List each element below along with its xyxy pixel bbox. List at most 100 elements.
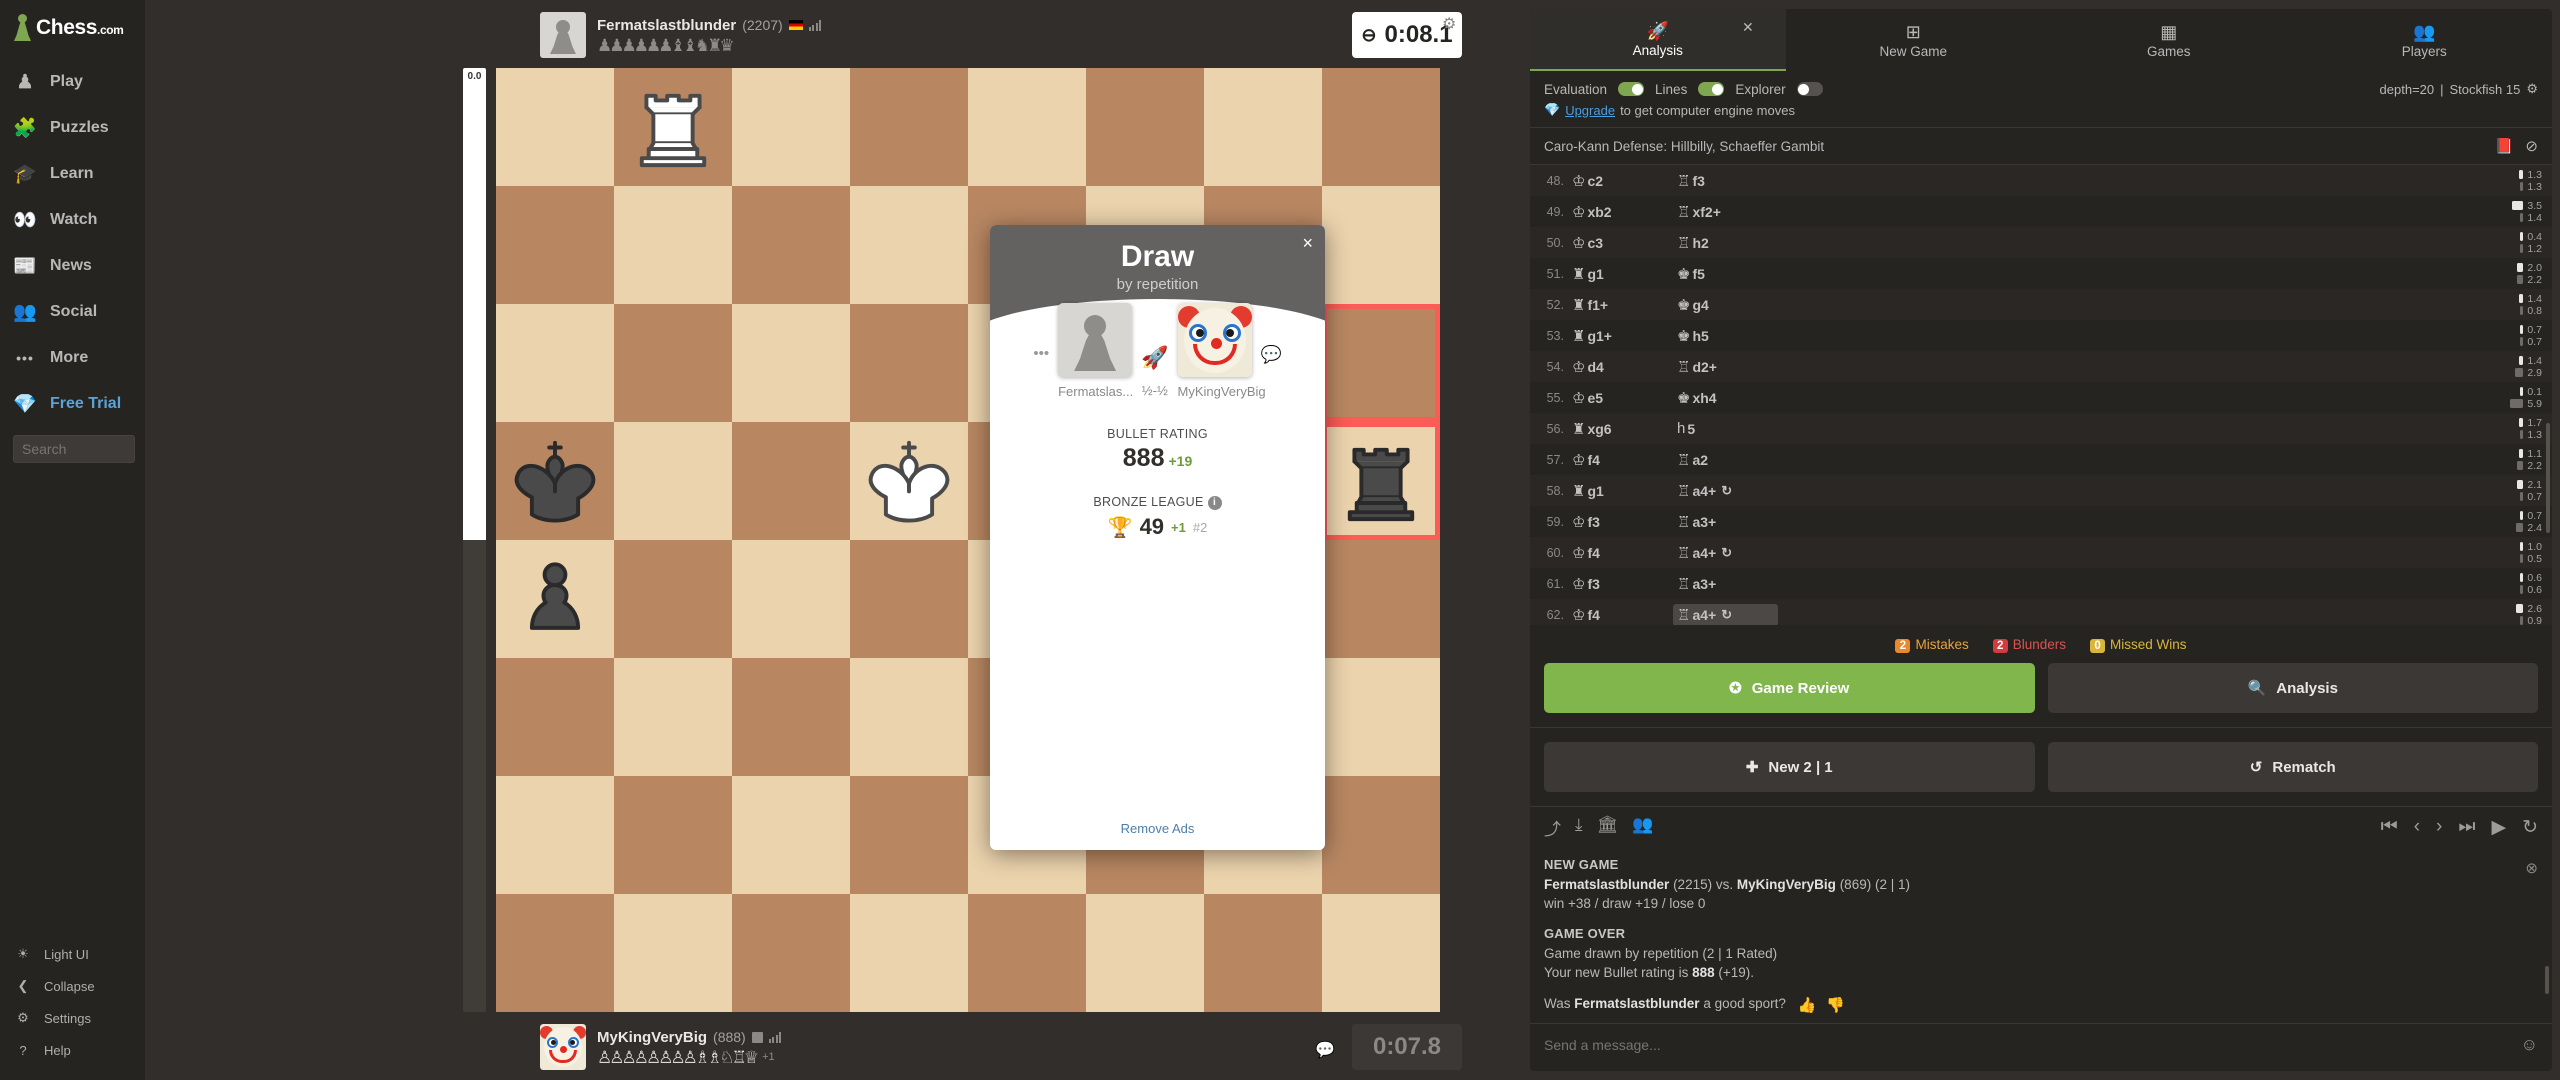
- move-black[interactable]: ♖ a4+ ↻: [1673, 603, 1778, 625]
- search-input[interactable]: [13, 435, 135, 463]
- move-white[interactable]: ♔ e5: [1572, 389, 1677, 407]
- next-move-icon[interactable]: ›: [2436, 816, 2442, 839]
- move-white[interactable]: ♔ c2: [1572, 172, 1677, 190]
- move-black[interactable]: ♚ h5: [1677, 327, 1782, 345]
- move-black[interactable]: h5: [1677, 420, 1782, 437]
- square-g1[interactable]: [1204, 894, 1322, 1012]
- collapse-sidebar-button[interactable]: ❮ Collapse: [0, 970, 145, 1002]
- square-d2[interactable]: [850, 776, 968, 894]
- move-white[interactable]: ♜ g1: [1572, 482, 1677, 500]
- move-black[interactable]: ♚ g4: [1677, 296, 1782, 314]
- info-icon[interactable]: i: [1207, 496, 1222, 510]
- piece-black-pawn[interactable]: [503, 547, 607, 651]
- move-white[interactable]: ♔ xb2: [1572, 203, 1677, 221]
- move-black[interactable]: ♖ d2+: [1677, 358, 1782, 376]
- square-f8[interactable]: [1086, 68, 1204, 186]
- move-row[interactable]: 51. ♜ g1 ♚ f5 2.0 2.2: [1530, 258, 2552, 289]
- move-row[interactable]: 54. ♔ d4 ♖ d2+ 1.4 2.9: [1530, 351, 2552, 382]
- square-c8[interactable]: [732, 68, 850, 186]
- sidebar-item-puzzles[interactable]: 🧩 Puzzles: [0, 105, 145, 151]
- move-white[interactable]: ♔ f4: [1572, 606, 1677, 624]
- avatar-top[interactable]: [540, 12, 586, 58]
- move-row[interactable]: 58. ♜ g1 ♖ a4+ ↻ 2.1 0.7: [1530, 475, 2552, 506]
- sidebar-item-play[interactable]: ♟ Play: [0, 59, 145, 105]
- square-c6[interactable]: [732, 304, 850, 422]
- move-row[interactable]: 56. ♜ xg6 h 5 1.7 1.3: [1530, 413, 2552, 444]
- player-name-bottom[interactable]: MyKingVeryBig: [597, 1029, 707, 1046]
- square-c7[interactable]: [732, 186, 850, 304]
- piece-black-rook[interactable]: [1329, 429, 1433, 533]
- sidebar-item-watch[interactable]: 👀 Watch: [0, 197, 145, 243]
- explorer-toggle[interactable]: [1796, 82, 1823, 96]
- square-b2[interactable]: [614, 776, 732, 894]
- move-row[interactable]: 49. ♔ xb2 ♖ xf2+ 3.5 1.4: [1530, 196, 2552, 227]
- move-black[interactable]: ♖ xf2+: [1677, 203, 1782, 221]
- move-list[interactable]: 48. ♔ c2 ♖ f3 1.3 1.3 49. ♔ xb2 ♖ xf2+ 3.5 1.4 50. ♔ c3 ♖…: [1530, 165, 2552, 625]
- move-white[interactable]: ♔ c3: [1572, 234, 1677, 252]
- move-row[interactable]: 61. ♔ f3 ♖ a3+ 0.6 0.6: [1530, 568, 2552, 599]
- move-white[interactable]: ♜ f1+: [1572, 296, 1677, 314]
- move-black[interactable]: ♖ a2: [1677, 451, 1782, 469]
- thumbs-down-icon[interactable]: 👎: [1826, 995, 1845, 1017]
- move-black[interactable]: ♚ f5: [1677, 265, 1782, 283]
- new-game-button[interactable]: ✚ New 2 | 1: [1544, 742, 2035, 792]
- square-d7[interactable]: [850, 186, 968, 304]
- tab-new-game[interactable]: ⊞ New Game: [1786, 9, 2042, 71]
- player-name-top[interactable]: Fermatslastblunder: [597, 17, 736, 34]
- sidebar-item-social[interactable]: 👥 Social: [0, 289, 145, 335]
- download-icon[interactable]: ⤓: [1575, 815, 1583, 840]
- chat-bubble-icon[interactable]: 💬: [1261, 345, 1282, 365]
- move-white[interactable]: ♔ f4: [1572, 451, 1677, 469]
- compass-icon[interactable]: ⊘: [2525, 137, 2538, 155]
- square-c1[interactable]: [732, 894, 850, 1012]
- analysis-button[interactable]: 🔍 Analysis: [2047, 663, 2538, 713]
- square-e1[interactable]: [968, 894, 1086, 1012]
- square-b4[interactable]: [614, 540, 732, 658]
- light-ui-toggle[interactable]: ☀ Light UI: [0, 938, 145, 970]
- evaluation-toggle[interactable]: [1618, 82, 1645, 96]
- square-a2[interactable]: [496, 776, 614, 894]
- move-black[interactable]: ♖ h2: [1677, 234, 1782, 252]
- first-move-icon[interactable]: ⏮: [2381, 816, 2398, 839]
- last-move-icon[interactable]: ⏭: [2458, 816, 2475, 839]
- tab-games[interactable]: ▦ Games: [2041, 9, 2297, 71]
- move-row[interactable]: 50. ♔ c3 ♖ h2 0.4 1.2: [1530, 227, 2552, 258]
- upgrade-link[interactable]: Upgrade: [1565, 103, 1615, 118]
- move-row[interactable]: 48. ♔ c2 ♖ f3 1.3 1.3: [1530, 165, 2552, 196]
- move-black[interactable]: ♚ xh4: [1677, 389, 1782, 407]
- play-icon[interactable]: ▶: [2491, 816, 2506, 839]
- square-d5[interactable]: [850, 422, 968, 540]
- square-d4[interactable]: [850, 540, 968, 658]
- square-g8[interactable]: [1204, 68, 1322, 186]
- move-row[interactable]: 57. ♔ f4 ♖ a2 1.1 2.2: [1530, 444, 2552, 475]
- square-h6[interactable]: [1322, 304, 1440, 422]
- square-f1[interactable]: [1086, 894, 1204, 1012]
- move-white[interactable]: ♔ f3: [1572, 575, 1677, 593]
- tab-players[interactable]: 👥 Players: [2297, 9, 2553, 71]
- game-review-button[interactable]: ✪ Game Review: [1544, 663, 2035, 713]
- square-a7[interactable]: [496, 186, 614, 304]
- settings-button[interactable]: ⚙ Settings: [0, 1002, 145, 1034]
- square-b1[interactable]: [614, 894, 732, 1012]
- share-icon[interactable]: ⤴: [1544, 815, 1561, 840]
- close-icon[interactable]: ×: [1302, 233, 1313, 254]
- square-h2[interactable]: [1322, 776, 1440, 894]
- sidebar-item-free-trial[interactable]: 💎 Free Trial: [0, 381, 145, 427]
- square-b8[interactable]: [614, 68, 732, 186]
- move-row[interactable]: 60. ♔ f4 ♖ a4+ ↻ 1.0 0.5: [1530, 537, 2552, 568]
- move-black[interactable]: ♖ f3: [1677, 172, 1782, 190]
- move-row[interactable]: 55. ♔ e5 ♚ xh4 0.1 5.9: [1530, 382, 2552, 413]
- square-b6[interactable]: [614, 304, 732, 422]
- square-h3[interactable]: [1322, 658, 1440, 776]
- square-a6[interactable]: [496, 304, 614, 422]
- move-row[interactable]: 53. ♜ g1+ ♚ h5 0.7 0.7: [1530, 320, 2552, 351]
- square-h4[interactable]: [1322, 540, 1440, 658]
- chat-scrollbar[interactable]: [2545, 966, 2549, 994]
- sidebar-item-news[interactable]: 📰 News: [0, 243, 145, 289]
- move-black[interactable]: ♖ a3+: [1677, 513, 1782, 531]
- move-black[interactable]: ♖ a4+ ↻: [1677, 482, 1782, 500]
- square-h7[interactable]: [1322, 186, 1440, 304]
- move-black[interactable]: ♖ a4+ ↻: [1677, 544, 1782, 562]
- square-d1[interactable]: [850, 894, 968, 1012]
- close-analysis-tab-icon[interactable]: ✕: [1742, 19, 1754, 36]
